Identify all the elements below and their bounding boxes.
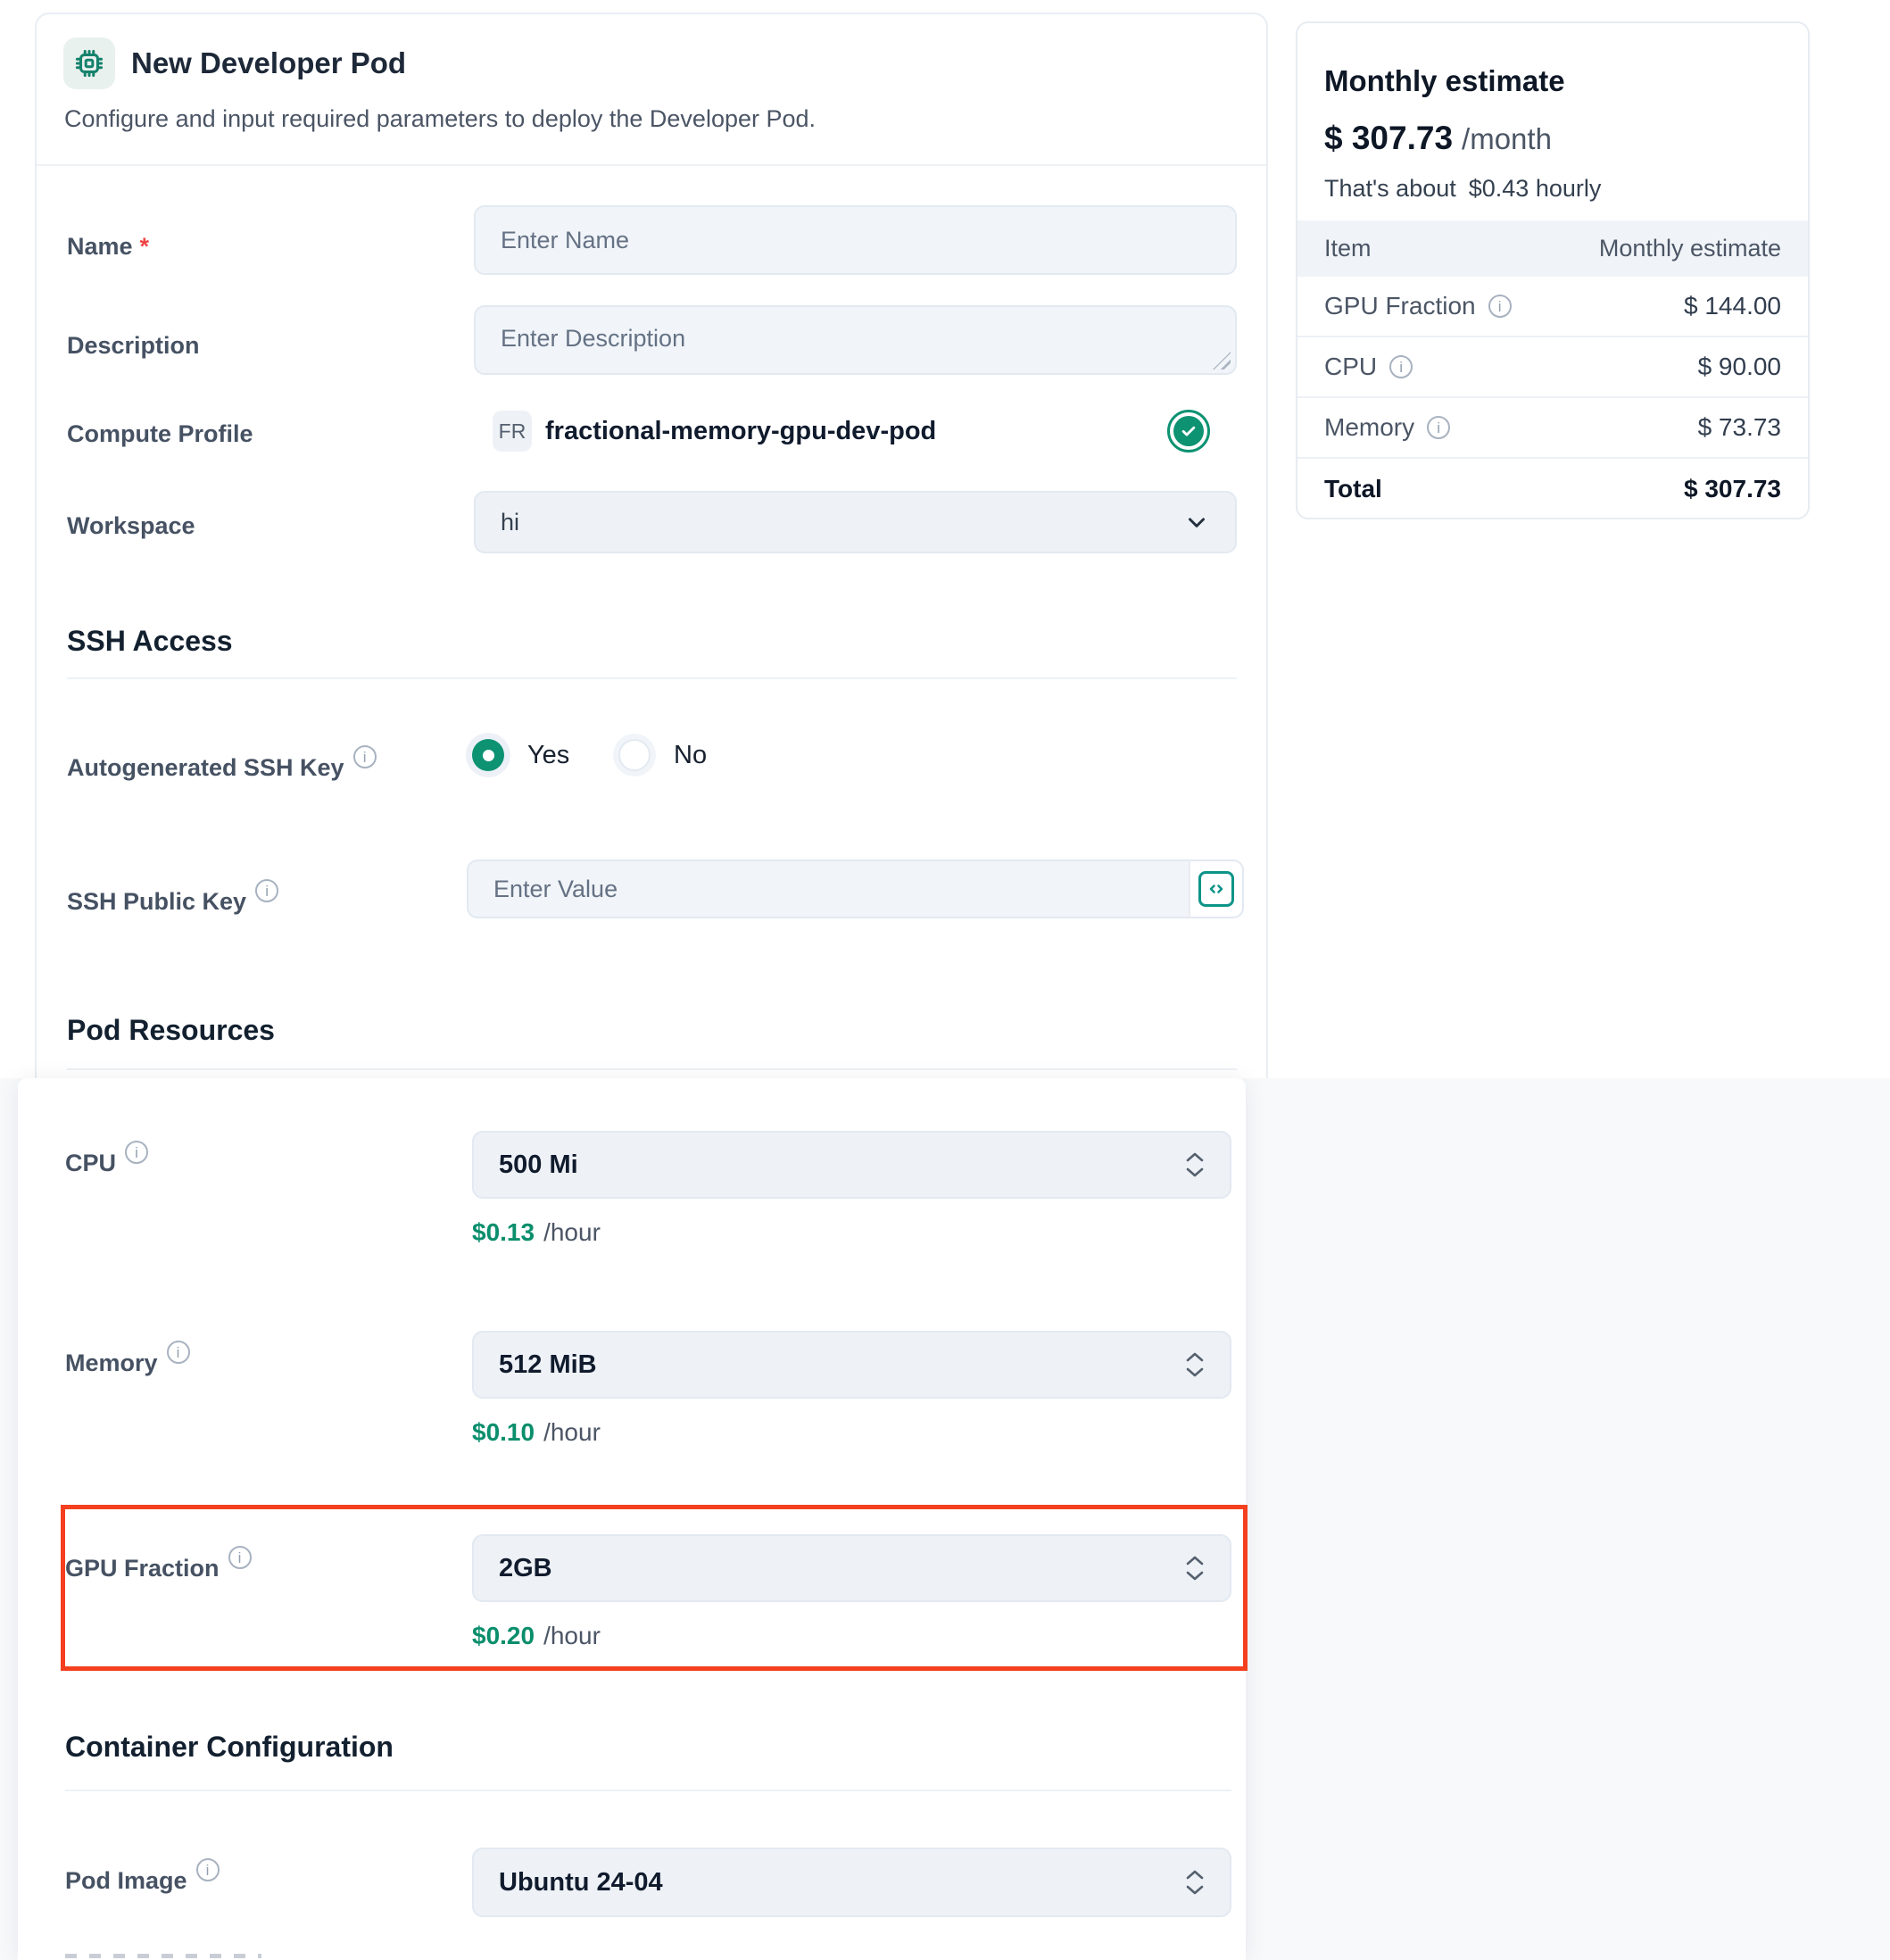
table-row: Memory $ 73.73 <box>1297 398 1808 459</box>
estimate-hourly-note: That's about $0.43 hourly <box>1324 175 1601 203</box>
estimate-col-item: Item <box>1324 235 1372 262</box>
stepper-icon <box>1185 1869 1205 1896</box>
cpu-select[interactable]: 500 Mi <box>472 1131 1231 1199</box>
ssh-key-radio-no[interactable]: No <box>618 739 707 771</box>
page-title: New Developer Pod <box>131 46 406 80</box>
compute-profile-badge: FR <box>493 411 532 452</box>
table-row: GPU Fraction $ 144.00 <box>1297 277 1808 337</box>
estimate-table-header: Item Monthly estimate <box>1297 220 1808 277</box>
ssh-key-code-button[interactable] <box>1189 860 1244 918</box>
ssh-section-divider <box>67 677 1237 679</box>
ssh-public-key-input[interactable] <box>467 860 1189 918</box>
name-label: Name* <box>67 233 149 261</box>
table-row: CPU $ 90.00 <box>1297 337 1808 398</box>
memory-price: $0.10/hour <box>472 1418 601 1447</box>
workspace-select[interactable]: hi <box>474 491 1237 553</box>
gpu-fraction-label: GPU Fraction <box>65 1555 252 1582</box>
gpu-fraction-price: $0.20/hour <box>472 1622 601 1650</box>
estimate-title: Monthly estimate <box>1324 64 1565 98</box>
memory-label: Memory <box>65 1350 190 1377</box>
table-row-total: Total $ 307.73 <box>1297 459 1808 519</box>
autogenerated-ssh-key-label: Autogenerated SSH Key <box>67 754 377 782</box>
info-icon[interactable] <box>1389 355 1413 378</box>
ssh-access-heading: SSH Access <box>67 625 233 658</box>
estimate-amount: $ 307.73 <box>1324 120 1453 157</box>
clipped-next-row-text <box>65 1954 261 1958</box>
memory-value: 512 MiB <box>499 1350 597 1380</box>
gpu-fraction-value: 2GB <box>499 1554 552 1583</box>
stepper-icon <box>1185 1151 1205 1178</box>
info-icon[interactable] <box>1488 295 1512 318</box>
estimate-amount-line: $ 307.73 /month <box>1324 120 1552 157</box>
info-icon[interactable] <box>125 1141 148 1164</box>
info-icon[interactable] <box>167 1341 190 1364</box>
cpu-price: $0.13/hour <box>472 1218 601 1247</box>
stepper-icon <box>1185 1351 1205 1378</box>
workspace-value: hi <box>501 509 519 536</box>
code-brackets-icon <box>1198 871 1234 907</box>
radio-unselected-icon <box>618 739 651 771</box>
developer-pod-chip-icon <box>63 37 115 89</box>
workspace-label: Workspace <box>67 512 195 540</box>
required-asterisk: * <box>140 233 150 260</box>
pod-image-label: Pod Image <box>65 1867 220 1895</box>
info-icon[interactable] <box>228 1546 252 1569</box>
info-icon[interactable] <box>196 1858 220 1881</box>
radio-yes-label: Yes <box>527 741 569 770</box>
radio-no-label: No <box>674 741 707 770</box>
pod-resources-heading: Pod Resources <box>67 1014 275 1047</box>
estimate-col-monthly: Monthly estimate <box>1599 235 1781 262</box>
estimate-table-body: GPU Fraction $ 144.00 CPU $ 90.00 Memory… <box>1297 277 1808 519</box>
ssh-key-radio-yes[interactable]: Yes <box>472 739 569 771</box>
pod-image-select[interactable]: Ubuntu 24-04 <box>472 1848 1231 1917</box>
info-icon[interactable] <box>353 745 377 768</box>
pod-resources-card: CPU 500 Mi $0.13/hour Memory 512 MiB $0.… <box>18 1078 1246 1960</box>
info-icon[interactable] <box>255 879 278 902</box>
ssh-public-key-group <box>467 860 1244 918</box>
page-subtitle: Configure and input required parameters … <box>64 105 816 133</box>
new-developer-pod-card: New Developer Pod Configure and input re… <box>35 12 1268 1080</box>
monthly-estimate-card: Monthly estimate $ 307.73 /month That's … <box>1296 21 1810 519</box>
memory-select[interactable]: 512 MiB <box>472 1331 1231 1399</box>
container-configuration-heading: Container Configuration <box>65 1731 394 1764</box>
cpu-value: 500 Mi <box>499 1150 578 1180</box>
ssh-public-key-label: SSH Public Key <box>67 888 278 916</box>
compute-profile-value: fractional-memory-gpu-dev-pod <box>545 417 936 446</box>
stepper-icon <box>1185 1555 1205 1582</box>
gpu-fraction-select[interactable]: 2GB <box>472 1534 1231 1602</box>
chevron-down-icon <box>1183 509 1210 536</box>
radio-selected-icon <box>472 739 504 771</box>
description-input[interactable] <box>474 305 1237 375</box>
container-configuration-divider <box>65 1790 1231 1791</box>
estimate-period: /month <box>1462 122 1552 156</box>
info-icon[interactable] <box>1427 416 1450 439</box>
pod-resources-divider <box>67 1068 1237 1070</box>
name-input[interactable] <box>474 205 1237 275</box>
header-divider <box>37 164 1266 166</box>
compute-profile-selected-check-icon <box>1167 410 1210 453</box>
cpu-label: CPU <box>65 1150 148 1177</box>
description-label: Description <box>67 332 200 360</box>
pod-image-value: Ubuntu 24-04 <box>499 1868 663 1898</box>
compute-profile-label: Compute Profile <box>67 420 253 448</box>
